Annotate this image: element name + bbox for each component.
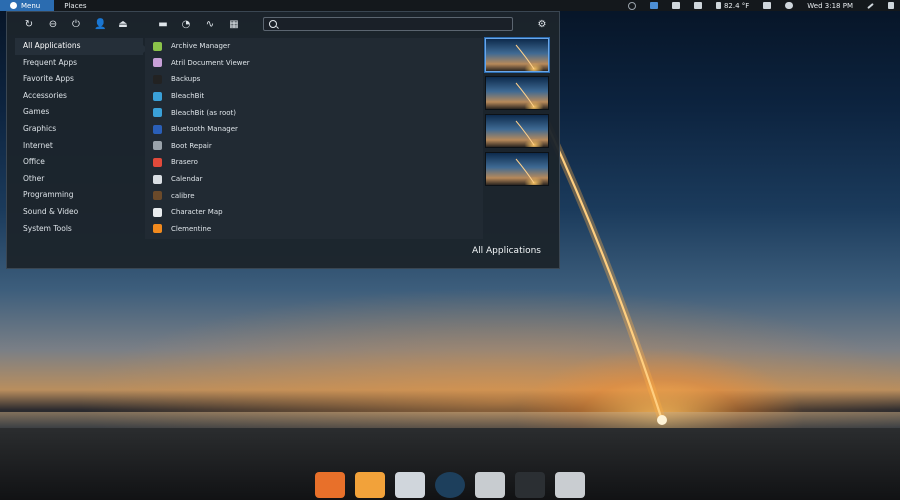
search-input[interactable] bbox=[280, 19, 510, 31]
category-games[interactable]: Games bbox=[15, 104, 143, 121]
list-item[interactable]: Clementine bbox=[145, 221, 483, 238]
distro-logo-icon bbox=[10, 2, 17, 9]
category-sound-video[interactable]: Sound & Video bbox=[15, 204, 143, 221]
search-icon bbox=[269, 20, 277, 28]
menu-button[interactable]: Menu bbox=[0, 0, 55, 11]
clementine-icon bbox=[153, 224, 162, 234]
workspace-thumbnail[interactable] bbox=[485, 152, 549, 186]
volume-icon[interactable] bbox=[888, 2, 894, 9]
refresh-icon[interactable]: ↻ bbox=[23, 19, 35, 31]
boot-repair-icon bbox=[153, 141, 162, 151]
shield-icon[interactable] bbox=[671, 2, 680, 9]
record-icon[interactable] bbox=[627, 1, 636, 10]
category-office[interactable]: Office bbox=[15, 154, 143, 171]
bleachbit-icon bbox=[153, 91, 162, 101]
list-item[interactable]: calibre bbox=[145, 187, 483, 204]
list-item[interactable]: Brasero bbox=[145, 154, 483, 171]
app-label: BleachBit bbox=[171, 92, 205, 101]
list-item[interactable]: Character Map bbox=[145, 204, 483, 221]
character-map-icon bbox=[153, 207, 162, 217]
category-all-applications[interactable]: All Applications bbox=[15, 38, 143, 55]
current-category-label: All Applications bbox=[472, 246, 541, 256]
list-item[interactable]: Archive Manager bbox=[145, 38, 483, 55]
category-other[interactable]: Other bbox=[15, 171, 143, 188]
app-label: Bluetooth Manager bbox=[171, 125, 238, 134]
category-graphics[interactable]: Graphics bbox=[15, 121, 143, 138]
top-panel: Menu Places 82.4 °F Wed 3:18 PM bbox=[0, 0, 900, 11]
weather-temperature[interactable]: 82.4 °F bbox=[724, 2, 749, 10]
app-label: Archive Manager bbox=[171, 42, 231, 51]
gear-icon[interactable]: ⚙ bbox=[536, 19, 548, 31]
lock-icon[interactable]: ⊖ bbox=[47, 19, 59, 31]
workspace-thumbnail[interactable] bbox=[485, 38, 549, 72]
terminal-icon[interactable] bbox=[515, 472, 545, 498]
calendar-icon bbox=[153, 174, 162, 184]
app-label: Calendar bbox=[171, 175, 203, 184]
bleachbit-root-icon bbox=[153, 108, 162, 118]
eject-icon[interactable]: ⏏ bbox=[117, 19, 129, 31]
list-item[interactable]: Atril Document Viewer bbox=[145, 55, 483, 72]
app-label: BleachBit (as root) bbox=[171, 108, 237, 117]
app-label: Brasero bbox=[171, 158, 198, 167]
category-programming[interactable]: Programming bbox=[15, 187, 143, 204]
list-item[interactable]: Boot Repair bbox=[145, 138, 483, 155]
bluetooth-icon bbox=[153, 124, 162, 134]
brasero-icon bbox=[153, 157, 162, 167]
app-label: Atril Document Viewer bbox=[171, 58, 250, 67]
document-viewer-icon bbox=[153, 58, 162, 68]
phone-icon[interactable] bbox=[715, 2, 721, 9]
app-label: calibre bbox=[171, 191, 195, 200]
system-tray: 82.4 °F Wed 3:18 PM bbox=[627, 0, 894, 11]
menu-button-label: Menu bbox=[21, 1, 41, 10]
app-list: Archive Manager Atril Document Viewer Ba… bbox=[145, 38, 483, 239]
archive-icon bbox=[153, 41, 162, 51]
workspace-thumbnails bbox=[485, 38, 551, 190]
list-item[interactable]: BleachBit (as root) bbox=[145, 104, 483, 121]
list-item[interactable]: Bluetooth Manager bbox=[145, 121, 483, 138]
mixer-icon[interactable] bbox=[475, 472, 505, 498]
app-label: Character Map bbox=[171, 208, 223, 217]
app-label: Backups bbox=[171, 75, 201, 84]
list-item[interactable]: Calendar bbox=[145, 171, 483, 188]
dock bbox=[300, 470, 600, 500]
clapper-icon[interactable] bbox=[355, 472, 385, 498]
list-item[interactable]: Backups bbox=[145, 71, 483, 88]
places-menu[interactable]: Places bbox=[64, 2, 86, 10]
workspace-thumbnail[interactable] bbox=[485, 114, 549, 148]
software-icon[interactable] bbox=[395, 472, 425, 498]
firefox-icon[interactable] bbox=[315, 472, 345, 498]
picture-icon[interactable] bbox=[649, 2, 658, 9]
pen-icon[interactable] bbox=[867, 2, 874, 9]
category-frequent-apps[interactable]: Frequent Apps bbox=[15, 55, 143, 72]
apps-grid-icon[interactable]: ▦ bbox=[228, 19, 240, 31]
software-center-icon[interactable]: ◔ bbox=[180, 19, 192, 31]
search-field[interactable] bbox=[263, 17, 513, 31]
menu-toolbar: ↻ ⊖ ⏻ 👤 ⏏ ▬ ◔ ∿ ▦ ⚙ bbox=[7, 12, 559, 38]
workspace-thumbnail[interactable] bbox=[485, 76, 549, 110]
cloud-icon[interactable] bbox=[785, 2, 794, 9]
category-system-tools[interactable]: System Tools bbox=[15, 221, 143, 238]
trash-icon[interactable] bbox=[555, 472, 585, 498]
category-accessories[interactable]: Accessories bbox=[15, 88, 143, 105]
app-label: Clementine bbox=[171, 224, 212, 233]
eject-icon[interactable] bbox=[763, 2, 772, 9]
folder-icon[interactable]: ▬ bbox=[157, 19, 169, 31]
user-switch-icon[interactable]: 👤 bbox=[94, 19, 106, 31]
steam-icon[interactable] bbox=[435, 472, 465, 498]
category-list: All Applications Frequent Apps Favorite … bbox=[15, 38, 148, 239]
monitor-tool-icon[interactable]: ∿ bbox=[204, 19, 216, 31]
list-item[interactable]: BleachBit bbox=[145, 88, 483, 105]
app-label: Boot Repair bbox=[171, 141, 212, 150]
monitor-icon[interactable] bbox=[693, 2, 702, 9]
application-menu: ↻ ⊖ ⏻ 👤 ⏏ ▬ ◔ ∿ ▦ ⚙ All Applications Fre… bbox=[6, 11, 560, 269]
power-icon[interactable]: ⏻ bbox=[70, 19, 82, 31]
category-favorite-apps[interactable]: Favorite Apps bbox=[15, 71, 143, 88]
calibre-icon bbox=[153, 191, 162, 201]
clock[interactable]: Wed 3:18 PM bbox=[807, 2, 853, 10]
backups-icon bbox=[153, 74, 162, 84]
category-internet[interactable]: Internet bbox=[15, 138, 143, 155]
